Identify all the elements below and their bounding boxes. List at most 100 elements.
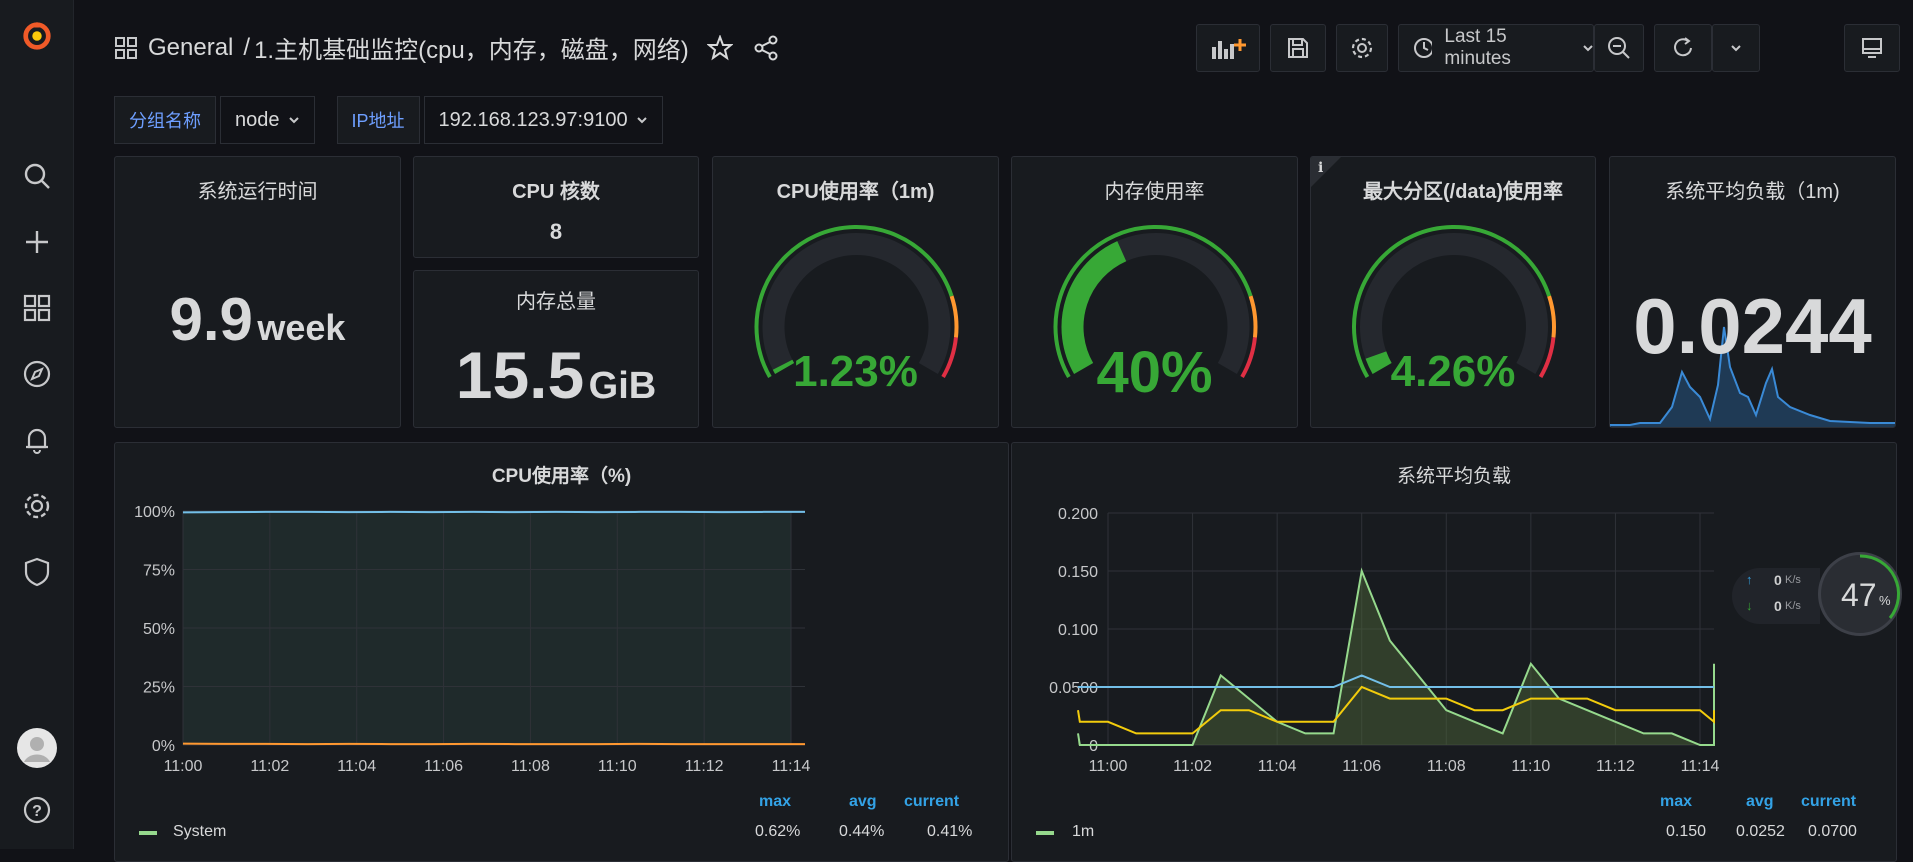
panel-cpu-cores[interactable]: CPU 核数 8: [413, 156, 699, 258]
legend-avg: 0.0252: [1736, 823, 1785, 841]
variable-value-ip: 192.168.123.97:9100: [439, 109, 628, 132]
disk-gauge-value: 4.26%: [1311, 347, 1595, 397]
gauge-threshold-orange: [1549, 296, 1554, 337]
x-tick-label: 11:12: [685, 758, 724, 775]
y-tick-label: 25%: [143, 680, 175, 697]
legend-swatch: [139, 831, 157, 835]
panel-uptime[interactable]: 系统运行时间 9.9 week: [114, 156, 401, 428]
memory-percent-sign: %: [1879, 593, 1891, 608]
dashboard-settings-button[interactable]: [1336, 24, 1388, 72]
chevron-down-icon: [636, 114, 648, 126]
x-tick-label: 11:10: [598, 758, 637, 775]
panel-disk-gauge[interactable]: i 最大分区(/data)使用率 4.26%: [1310, 156, 1596, 428]
upload-arrow-icon: ↑: [1746, 572, 1753, 587]
x-tick-label: 11:06: [424, 758, 463, 775]
add-panel-icon: [1210, 35, 1246, 61]
x-tick-label: 11:00: [1089, 758, 1128, 775]
gauge-threshold-orange: [952, 296, 957, 337]
series-area-0: [1078, 571, 1714, 745]
zoom-out-button[interactable]: [1594, 24, 1644, 72]
network-speed-widget[interactable]: ↑ 0 K/s ↓ 0 K/s: [1732, 568, 1820, 624]
mem-total-unit: GiB: [589, 365, 657, 407]
uptime-unit: week: [257, 307, 345, 348]
refresh-button[interactable]: [1654, 24, 1712, 72]
gauge-threshold-orange: [1251, 296, 1256, 337]
dashboards-icon[interactable]: [21, 292, 53, 324]
legend-series-name[interactable]: System: [173, 823, 226, 841]
time-range-label: Last 15 minutes: [1444, 26, 1562, 70]
variable-value-group: node: [235, 109, 280, 132]
legend-avg: 0.44%: [839, 823, 884, 841]
panel-title: 内存总量: [414, 285, 698, 314]
panel-cpu-gauge[interactable]: CPU使用率（1m) 1.23%: [712, 156, 999, 428]
legend-current: 0.0700: [1808, 823, 1857, 841]
breadcrumb-folder[interactable]: General: [148, 34, 233, 62]
y-tick-label: 0.200: [1058, 506, 1098, 523]
x-tick-label: 11:14: [1681, 758, 1720, 775]
y-tick-label: 75%: [143, 563, 175, 580]
x-tick-label: 11:04: [1258, 758, 1297, 775]
chevron-down-icon: [1581, 41, 1593, 55]
x-tick-label: 11:08: [1427, 758, 1466, 775]
panel-load-chart[interactable]: 系统平均负载 0.2000.1500.1000.0500011:0011:021…: [1011, 442, 1897, 862]
memory-percent-value: 47: [1841, 577, 1877, 614]
variable-label-ip: IP地址: [337, 96, 420, 144]
grafana-logo-icon[interactable]: [21, 20, 53, 52]
svg-text:?: ?: [32, 803, 42, 820]
add-panel-button[interactable]: [1196, 24, 1260, 72]
x-tick-label: 11:08: [511, 758, 550, 775]
variable-select-group[interactable]: node: [220, 96, 315, 144]
load-chart: 0.2000.1500.1000.0500011:0011:0211:0411:…: [1012, 443, 1897, 843]
y-tick-label: 0: [1089, 738, 1098, 755]
legend-series-name[interactable]: 1m: [1072, 823, 1094, 841]
mem-total-number: 15.5: [456, 338, 584, 412]
tv-mode-button[interactable]: [1844, 24, 1900, 72]
x-tick-label: 11:14: [772, 758, 811, 775]
save-button[interactable]: [1270, 24, 1326, 72]
mem-total-value: 15.5 GiB: [414, 337, 698, 413]
panel-title: 系统运行时间: [115, 175, 400, 204]
y-tick-label: 100%: [134, 504, 175, 521]
shield-icon[interactable]: [21, 556, 53, 588]
x-tick-label: 11:02: [1173, 758, 1212, 775]
x-tick-label: 11:00: [164, 758, 203, 775]
download-arrow-icon: ↓: [1746, 598, 1753, 613]
share-icon[interactable]: [753, 35, 779, 61]
plus-icon[interactable]: [21, 226, 53, 258]
star-icon[interactable]: [707, 35, 733, 61]
refresh-interval-dropdown[interactable]: [1712, 24, 1760, 72]
dashboard-title[interactable]: 1.主机基础监控(cpu，内存，磁盘，网络): [254, 30, 689, 65]
y-tick-label: 0.100: [1058, 622, 1098, 639]
legend-current: 0.41%: [927, 823, 972, 841]
panel-load-stat[interactable]: 系统平均负载（1m) 0.0244: [1609, 156, 1896, 428]
legend-header-current: current: [904, 793, 959, 811]
settings-gear-icon[interactable]: [21, 490, 53, 522]
alerting-bell-icon[interactable]: [21, 424, 53, 456]
cpu-chart: 100%75%50%25%0%11:0011:0211:0411:0611:08…: [115, 443, 1009, 843]
panel-mem-gauge[interactable]: 内存使用率 40%: [1011, 156, 1298, 428]
legend-header-avg: avg: [1746, 793, 1774, 811]
legend-header-current: current: [1801, 793, 1856, 811]
memory-percent-widget[interactable]: 47 %: [1818, 552, 1902, 636]
panel-title: CPU 核数: [414, 175, 698, 204]
uptime-value: 9.9 week: [115, 285, 400, 354]
cpu-gauge-value: 1.23%: [713, 347, 998, 397]
variable-label-group: 分组名称: [114, 96, 216, 144]
time-range-picker[interactable]: Last 15 minutes: [1398, 24, 1594, 72]
search-icon[interactable]: [21, 160, 53, 192]
variable-select-ip[interactable]: 192.168.123.97:9100: [424, 96, 663, 144]
explore-compass-icon[interactable]: [21, 358, 53, 390]
panel-cpu-chart[interactable]: CPU使用率（%) 100%75%50%25%0%11:0011:0211:04…: [114, 442, 1009, 862]
legend-max: 0.150: [1666, 823, 1706, 841]
help-icon[interactable]: ?: [21, 794, 53, 826]
avatar[interactable]: [17, 728, 57, 768]
legend-max: 0.62%: [755, 823, 800, 841]
refresh-icon: [1671, 36, 1695, 60]
variables-bar: 分组名称 node IP地址 192.168.123.97:9100: [114, 96, 663, 144]
y-tick-label: 0%: [152, 738, 175, 755]
uptime-number: 9.9: [170, 286, 253, 353]
breadcrumb: General / 1.主机基础监控(cpu，内存，磁盘，网络): [114, 30, 779, 65]
load-stat-value: 0.0244: [1610, 281, 1895, 372]
clock-icon: [1413, 37, 1432, 59]
panel-mem-total[interactable]: 内存总量 15.5 GiB: [413, 270, 699, 428]
